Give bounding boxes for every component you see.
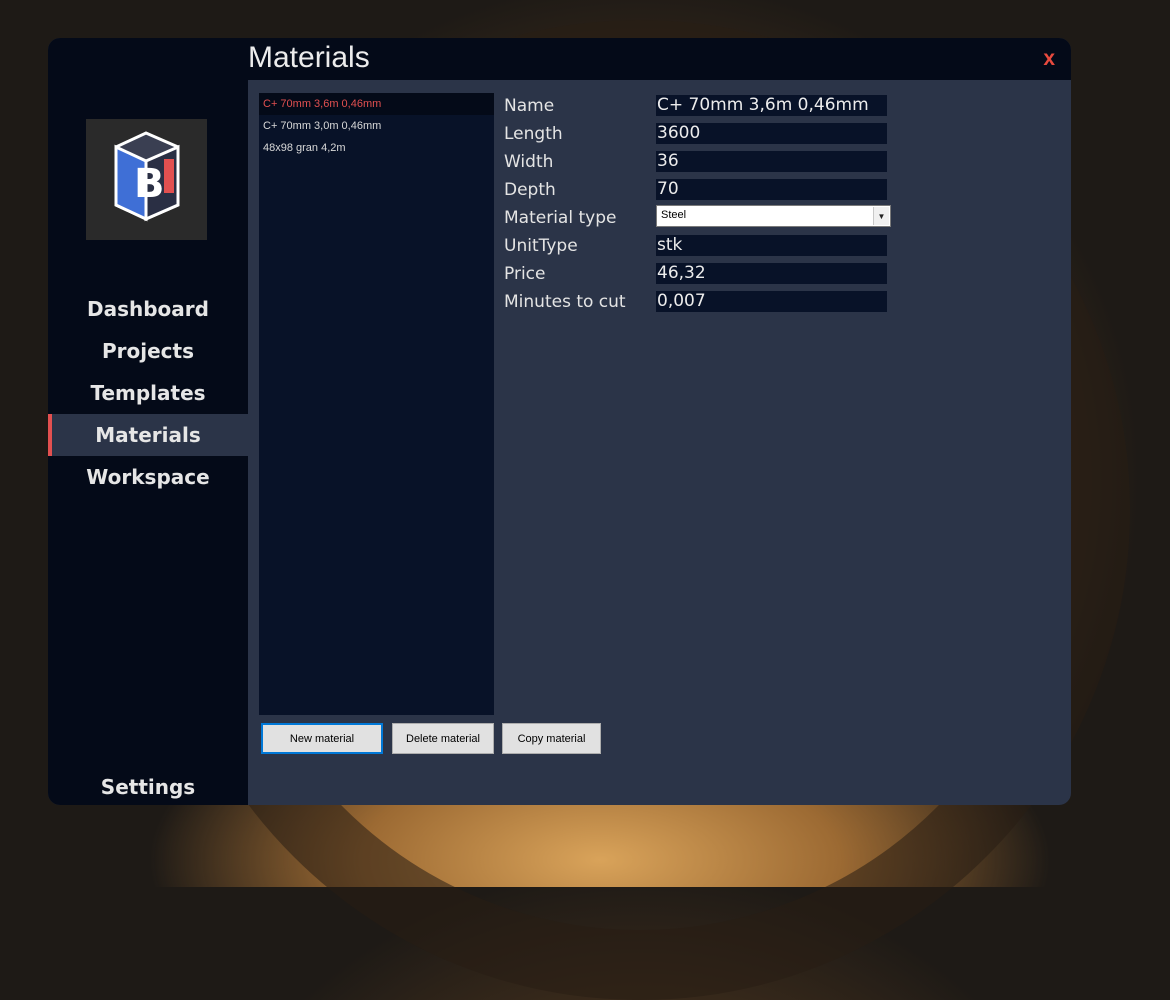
svg-text:B: B bbox=[134, 161, 165, 207]
price-field[interactable]: 46,32 bbox=[656, 263, 887, 284]
width-label: Width bbox=[504, 152, 554, 172]
material-type-select[interactable]: Steel ▼ bbox=[656, 205, 891, 227]
name-label: Name bbox=[504, 96, 555, 116]
list-item[interactable]: C+ 70mm 3,6m 0,46mm bbox=[259, 93, 494, 115]
chevron-down-icon[interactable]: ▼ bbox=[873, 207, 889, 225]
depth-label: Depth bbox=[504, 180, 556, 200]
delete-material-button[interactable]: Delete material bbox=[392, 723, 494, 754]
app-logo: B bbox=[86, 119, 207, 240]
app-window: B Dashboard Projects Templates Materials… bbox=[48, 38, 1071, 805]
materials-list: C+ 70mm 3,6m 0,46mm C+ 70mm 3,0m 0,46mm … bbox=[259, 93, 494, 715]
minutes-to-cut-label: Minutes to cut bbox=[504, 292, 626, 312]
unittype-field[interactable]: stk bbox=[656, 235, 887, 256]
minutes-to-cut-field[interactable]: 0,007 bbox=[656, 291, 887, 312]
sidebar-item-settings[interactable]: Settings bbox=[48, 766, 248, 805]
sidebar-item-dashboard[interactable]: Dashboard bbox=[48, 288, 248, 330]
sidebar-item-workspace[interactable]: Workspace bbox=[48, 456, 248, 498]
list-item[interactable]: C+ 70mm 3,0m 0,46mm bbox=[259, 115, 494, 137]
sidebar-item-materials[interactable]: Materials bbox=[48, 414, 248, 456]
new-material-button[interactable]: New material bbox=[261, 723, 383, 754]
unittype-label: UnitType bbox=[504, 236, 578, 256]
width-field[interactable]: 36 bbox=[656, 151, 887, 172]
copy-material-button[interactable]: Copy material bbox=[502, 723, 601, 754]
name-field[interactable]: C+ 70mm 3,6m 0,46mm bbox=[656, 95, 887, 116]
sidebar-item-templates[interactable]: Templates bbox=[48, 372, 248, 414]
header: Materials x bbox=[248, 38, 1071, 80]
page-title: Materials bbox=[248, 41, 370, 74]
depth-field[interactable]: 70 bbox=[656, 179, 887, 200]
length-field[interactable]: 3600 bbox=[656, 123, 887, 144]
material-type-value: Steel bbox=[661, 209, 687, 221]
list-item[interactable]: 48x98 gran 4,2m bbox=[259, 137, 494, 159]
price-label: Price bbox=[504, 264, 546, 284]
sidebar-item-projects[interactable]: Projects bbox=[48, 330, 248, 372]
logo-icon: B bbox=[114, 131, 180, 222]
material-type-label: Material type bbox=[504, 208, 617, 228]
sidebar: B Dashboard Projects Templates Materials… bbox=[48, 38, 248, 805]
length-label: Length bbox=[504, 124, 563, 144]
close-button[interactable]: x bbox=[1043, 47, 1055, 71]
